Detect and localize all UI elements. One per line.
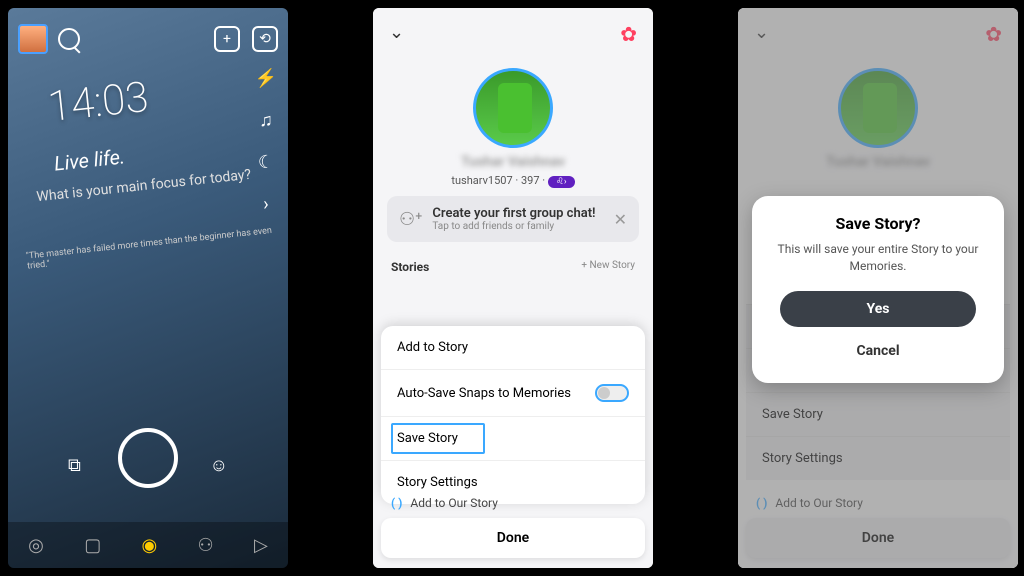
night-icon[interactable]: ☾ bbox=[254, 152, 278, 176]
shutter-button[interactable] bbox=[118, 428, 178, 488]
story-action-sheet: Add to Story Auto-Save Snaps to Memories… bbox=[381, 326, 645, 504]
camera-top-bar: + ⟲ bbox=[8, 18, 288, 60]
new-story-button[interactable]: + New Story bbox=[581, 260, 635, 274]
slogan-text: Live life. bbox=[53, 144, 126, 175]
lens-icon[interactable]: ☺ bbox=[210, 455, 228, 476]
profile-name: Tushar Vaishnav bbox=[373, 154, 653, 170]
profile-subline: tusharv1507 · 397 · ♌︎› bbox=[373, 174, 653, 188]
add-group-icon: ⚇⁺ bbox=[399, 209, 422, 230]
snapchat-camera-screen: + ⟲ ⚡ ♫ ☾ › 14:03 Live life. What is you… bbox=[8, 8, 288, 568]
nav-map-icon[interactable]: ◎ bbox=[28, 535, 44, 556]
flash-icon[interactable]: ⚡ bbox=[254, 68, 278, 92]
username: tusharv1507 bbox=[451, 174, 512, 187]
card-subtitle: Tap to add friends or family bbox=[432, 221, 595, 232]
card-title: Create your first group chat! bbox=[432, 206, 595, 221]
dialog-cancel-button[interactable]: Cancel bbox=[768, 337, 988, 365]
nav-discover-icon[interactable]: ▷ bbox=[254, 535, 268, 556]
quote-text: "The master has failed more times than t… bbox=[26, 224, 288, 271]
nav-chat-icon[interactable]: ▢ bbox=[84, 535, 101, 556]
dialog-body: This will save your entire Story to your… bbox=[768, 241, 988, 275]
add-friend-icon[interactable]: + bbox=[214, 26, 240, 52]
bottom-nav: ◎ ▢ ◉ ⚇ ▷ bbox=[8, 522, 288, 568]
done-button[interactable]: Done bbox=[381, 518, 645, 558]
dismiss-card-icon[interactable]: ✕ bbox=[614, 210, 627, 229]
music-icon[interactable]: ♫ bbox=[254, 110, 278, 134]
memories-icon[interactable]: ⧉ bbox=[68, 455, 81, 476]
save-story-dialog: Save Story? This will save your entire S… bbox=[752, 196, 1004, 383]
story-avatar[interactable] bbox=[473, 68, 553, 148]
snapchat-profile-screen: ⌄ ✿ Tushar Vaishnav tusharv1507 · 397 · … bbox=[373, 8, 653, 568]
snapchat-save-dialog-screen: ⌄ ✿ Tushar Vaishnav Sto ory A A Save Sto… bbox=[738, 8, 1018, 568]
profile-avatar[interactable] bbox=[18, 24, 48, 54]
flip-camera-icon[interactable]: ⟲ bbox=[252, 26, 278, 52]
dialog-yes-button[interactable]: Yes bbox=[780, 291, 976, 327]
save-story-item[interactable]: Save Story bbox=[381, 416, 645, 460]
add-our-story-row[interactable]: ( ) Add to Our Story bbox=[373, 488, 516, 518]
settings-icon[interactable]: ✿ bbox=[620, 22, 637, 46]
add-to-story-item[interactable]: Add to Story bbox=[381, 326, 645, 369]
snap-score: 397 bbox=[521, 174, 540, 187]
autosave-item[interactable]: Auto-Save Snaps to Memories bbox=[381, 369, 645, 416]
our-story-icon: ( ) bbox=[391, 496, 402, 510]
nav-camera-icon[interactable]: ◉ bbox=[142, 535, 158, 556]
camera-side-toolbar: ⚡ ♫ ☾ › bbox=[254, 68, 278, 218]
stories-header: Stories bbox=[391, 260, 429, 274]
zodiac-pill[interactable]: ♌︎› bbox=[548, 176, 575, 188]
dialog-title: Save Story? bbox=[768, 214, 988, 233]
clock-overlay: 14:03 bbox=[46, 73, 151, 132]
autosave-toggle[interactable] bbox=[595, 384, 629, 402]
nav-friends-icon[interactable]: ⚇ bbox=[198, 535, 214, 556]
group-chat-card[interactable]: ⚇⁺ Create your first group chat! Tap to … bbox=[387, 196, 639, 242]
collapse-icon[interactable]: ⌄ bbox=[389, 22, 404, 46]
more-tools-icon[interactable]: › bbox=[254, 194, 278, 218]
search-icon[interactable] bbox=[58, 28, 80, 50]
